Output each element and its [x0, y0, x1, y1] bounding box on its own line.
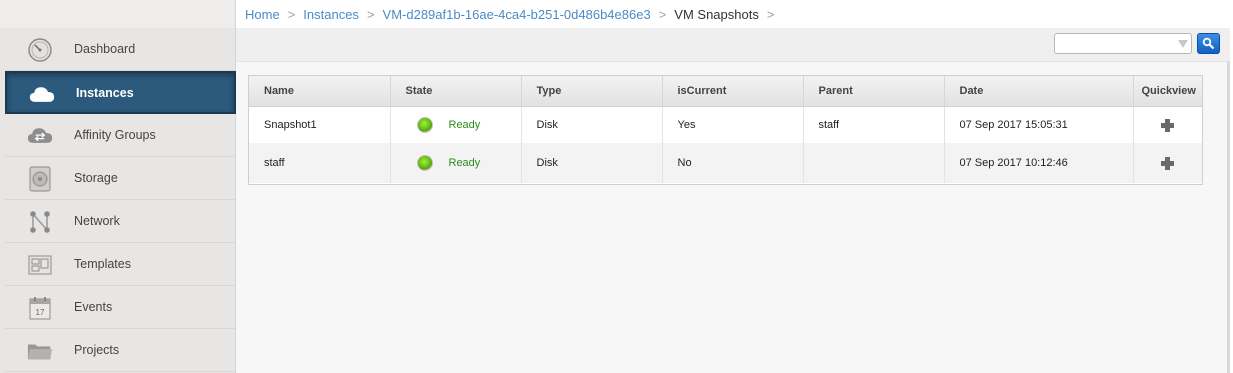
sidebar-item-label: Templates — [74, 257, 131, 271]
search-input[interactable] — [1054, 33, 1192, 54]
sidebar-item-dashboard[interactable]: Dashboard — [5, 28, 236, 71]
table-row[interactable]: staff Ready Disk No 07 Sep 2017 10:12:46 — [249, 143, 1202, 183]
column-header-type[interactable]: Type — [521, 76, 663, 107]
sidebar-item-network[interactable]: Network — [5, 200, 236, 243]
cell-name: staff — [249, 143, 391, 183]
status-text: Ready — [448, 118, 481, 131]
sidebar-header — [0, 0, 235, 28]
network-icon — [27, 209, 53, 235]
breadcrumb-separator: > — [366, 6, 375, 22]
sidebar-item-label: Events — [74, 300, 113, 314]
status-ready-icon — [416, 116, 433, 133]
cell-quickview — [1133, 106, 1202, 143]
cell-type: Disk — [521, 143, 663, 183]
sidebar-item-label: Affinity Groups — [74, 128, 156, 142]
column-header-date[interactable]: Date — [944, 76, 1134, 107]
sidebar-item-affinity-groups[interactable]: Affinity Groups — [5, 114, 236, 157]
quickview-plus-icon[interactable] — [1160, 118, 1174, 132]
cell-parent: staff — [803, 106, 945, 143]
app-window: Dashboard Instances Affinity Groups Stor… — [0, 0, 1233, 373]
search-icon — [1202, 37, 1215, 50]
chevron-down-icon[interactable] — [1178, 40, 1188, 48]
cell-name: Snapshot1 — [249, 106, 391, 143]
calendar-icon: 17 — [27, 295, 53, 321]
sidebar-item-label: Projects — [74, 343, 120, 357]
sidebar-item-instances[interactable]: Instances — [5, 71, 236, 114]
svg-text:17: 17 — [36, 308, 45, 317]
table-header-row: Name State Type isCurrent Parent Date Qu… — [249, 76, 1202, 107]
cell-quickview — [1133, 143, 1202, 183]
dashboard-icon — [27, 37, 53, 63]
breadcrumb-home[interactable]: Home — [245, 7, 280, 22]
sidebar-item-templates[interactable]: Templates — [5, 243, 236, 286]
breadcrumb-separator: > — [766, 6, 775, 22]
column-header-parent[interactable]: Parent — [803, 76, 945, 107]
affinity-cloud-icon — [27, 123, 53, 149]
sidebar-item-label: Storage — [74, 171, 118, 185]
main-panel: Name State Type isCurrent Parent Date Qu… — [236, 28, 1230, 373]
cell-type: Disk — [521, 106, 663, 143]
cell-date: 07 Sep 2017 10:12:46 — [944, 143, 1134, 183]
sidebar-item-label: Dashboard — [74, 42, 136, 56]
cell-state: Ready — [390, 143, 522, 183]
sidebar-item-label: Instances — [76, 85, 134, 100]
templates-icon — [27, 252, 53, 278]
sidebar-item-storage[interactable]: Storage — [5, 157, 236, 200]
disk-icon — [27, 166, 53, 192]
column-header-name[interactable]: Name — [249, 76, 391, 107]
cell-date: 07 Sep 2017 15:05:31 — [944, 106, 1134, 143]
cloud-icon — [29, 82, 55, 108]
folder-icon — [27, 338, 53, 364]
column-header-iscurrent[interactable]: isCurrent — [662, 76, 804, 107]
cell-iscurrent: No — [662, 143, 804, 183]
breadcrumb-instances[interactable]: Instances — [303, 7, 359, 22]
breadcrumb-vm[interactable]: VM-d289af1b-16ae-4ca4-b251-0d486b4e86e3 — [383, 7, 651, 22]
sidebar-item-label: Network — [74, 214, 120, 228]
column-header-state[interactable]: State — [390, 76, 522, 107]
cell-state: Ready — [390, 106, 522, 143]
column-header-quickview: Quickview — [1133, 76, 1202, 107]
status-ready-icon — [416, 155, 433, 171]
sidebar-item-projects[interactable]: Projects — [5, 329, 236, 372]
breadcrumb-separator: > — [287, 6, 296, 22]
status-text: Ready — [448, 157, 481, 169]
cell-iscurrent: Yes — [662, 106, 804, 143]
search-button[interactable] — [1197, 33, 1220, 54]
breadcrumb-separator: > — [658, 6, 667, 22]
sidebar: Dashboard Instances Affinity Groups Stor… — [0, 0, 236, 373]
table-row[interactable]: Snapshot1 Ready Disk Yes staff 07 Sep 20… — [249, 106, 1202, 143]
quickview-plus-icon[interactable] — [1160, 157, 1174, 170]
cell-parent — [803, 143, 945, 183]
sidebar-item-events[interactable]: 17 Events — [5, 286, 236, 329]
toolbar — [236, 28, 1230, 62]
snapshots-table: Name State Type isCurrent Parent Date Qu… — [248, 75, 1203, 185]
breadcrumb: Home > Instances > VM-d289af1b-16ae-4ca4… — [236, 0, 1230, 28]
breadcrumb-current: VM Snapshots — [674, 6, 759, 22]
